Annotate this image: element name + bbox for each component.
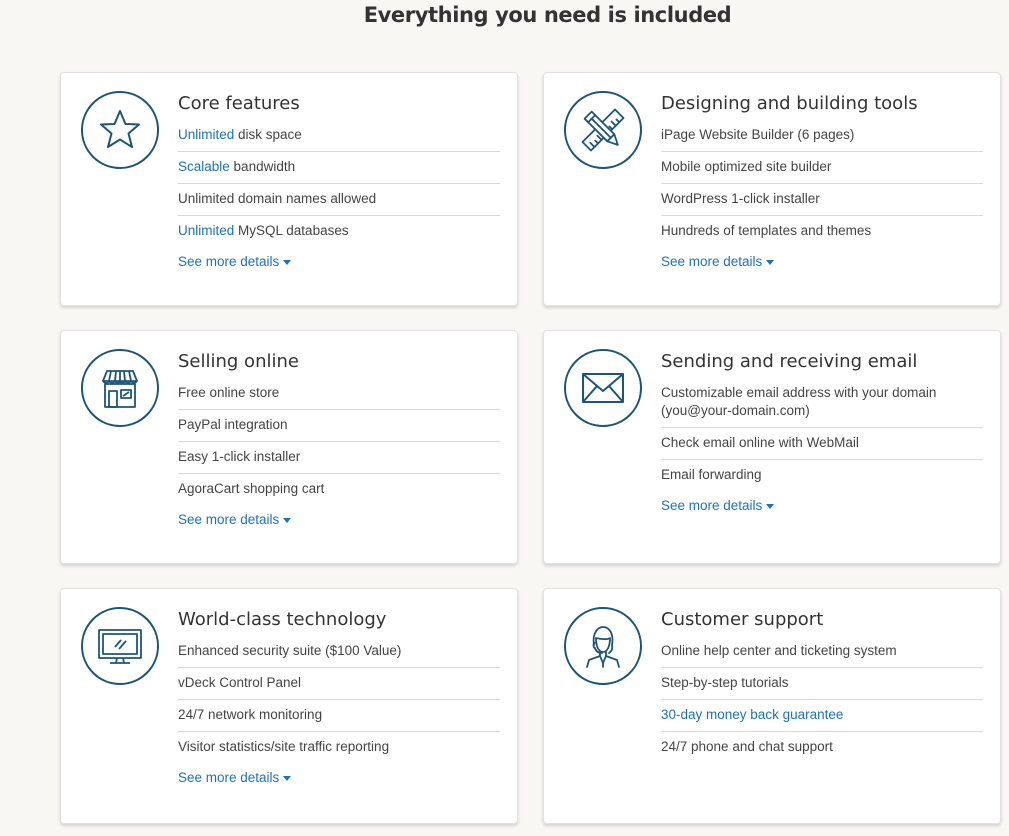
list-item: Hundreds of templates and themes — [661, 223, 872, 238]
list-item: Enhanced security suite ($100 Value) — [178, 641, 500, 668]
page-title: Everything you need is included — [363, 3, 732, 27]
see-more-details-link[interactable]: See more details — [178, 254, 292, 269]
list-item: Step-by-step tutorials — [661, 668, 983, 700]
list-item: 24/7 phone and chat support — [661, 739, 833, 754]
feature-card-customer-support: Customer support Online help center and … — [543, 588, 1001, 824]
see-more-label: See more details — [178, 770, 280, 785]
support-agent-icon — [564, 607, 642, 685]
item-text: Unlimited domain names allowed — [178, 191, 377, 206]
card-title: Sending and receiving email — [661, 351, 918, 372]
list-item: Unlimited domain names allowed — [178, 184, 500, 216]
see-more-details-link[interactable]: See more details — [178, 770, 292, 785]
storefront-icon — [81, 349, 159, 427]
feature-card-selling-online: Selling online Free online store PayPal … — [60, 330, 518, 564]
caret-down-icon — [766, 259, 775, 265]
list-item: Customizable email address with your dom… — [661, 383, 983, 428]
list-item: WordPress 1-click installer — [661, 184, 983, 216]
see-more-label: See more details — [661, 498, 763, 513]
feature-card-core-features: Core features Unlimited disk space Scala… — [60, 72, 518, 306]
list-item: Easy 1-click installer — [178, 442, 500, 474]
see-more-label: See more details — [178, 254, 280, 269]
caret-down-icon — [283, 517, 292, 523]
list-item: Check email online with WebMail — [661, 428, 983, 460]
see-more-details-link[interactable]: See more details — [178, 512, 292, 527]
list-item: vDeck Control Panel — [178, 668, 500, 700]
item-text: MySQL databases — [234, 223, 349, 238]
feature-list: Enhanced security suite ($100 Value) vDe… — [178, 641, 500, 763]
list-item: Mobile optimized site builder — [661, 152, 983, 184]
card-title: Selling online — [178, 351, 299, 372]
see-more-label: See more details — [178, 512, 280, 527]
item-text: bandwidth — [229, 159, 296, 174]
list-item: Unlimited disk space — [178, 125, 500, 152]
feature-card-designing-tools: Designing and building tools iPage Websi… — [543, 72, 1001, 306]
list-item: Visitor statistics/site traffic reportin… — [178, 739, 390, 754]
card-title: Designing and building tools — [661, 93, 918, 114]
feature-list: Online help center and ticketing system … — [661, 641, 983, 763]
see-more-label: See more details — [661, 254, 763, 269]
feature-list: Customizable email address with your dom… — [661, 383, 983, 491]
list-item: Online help center and ticketing system — [661, 641, 983, 668]
card-title: World-class technology — [178, 609, 387, 630]
feature-card-email: Sending and receiving email Customizable… — [543, 330, 1001, 564]
list-item: Scalable bandwidth — [178, 152, 500, 184]
list-item: AgoraCart shopping cart — [178, 481, 325, 496]
feature-list: Unlimited disk space Scalable bandwidth … — [178, 125, 500, 247]
highlight-link[interactable]: Unlimited — [178, 223, 234, 238]
feature-list: iPage Website Builder (6 pages) Mobile o… — [661, 125, 983, 247]
highlight-link[interactable]: Scalable — [178, 159, 230, 174]
item-text: disk space — [234, 127, 302, 142]
list-item: 24/7 network monitoring — [178, 700, 500, 732]
see-more-details-link[interactable]: See more details — [661, 498, 775, 513]
monitor-icon — [81, 607, 159, 685]
list-item: Unlimited MySQL databases — [178, 216, 500, 247]
caret-down-icon — [283, 775, 292, 781]
list-item: PayPal integration — [178, 410, 500, 442]
highlight-link[interactable]: Unlimited — [178, 127, 234, 142]
list-item: Email forwarding — [661, 467, 762, 482]
pencil-ruler-icon — [564, 91, 642, 169]
envelope-icon — [564, 349, 642, 427]
feature-card-technology: World-class technology Enhanced security… — [60, 588, 518, 824]
feature-list: Free online store PayPal integration Eas… — [178, 383, 500, 505]
star-icon — [81, 91, 159, 169]
money-back-guarantee-link[interactable]: 30-day money back guarantee — [661, 700, 983, 732]
list-item: Free online store — [178, 383, 500, 410]
list-item: iPage Website Builder (6 pages) — [661, 125, 983, 152]
card-title: Customer support — [661, 609, 824, 630]
caret-down-icon — [766, 503, 775, 509]
caret-down-icon — [283, 259, 292, 265]
see-more-details-link[interactable]: See more details — [661, 254, 775, 269]
card-title: Core features — [178, 93, 300, 114]
